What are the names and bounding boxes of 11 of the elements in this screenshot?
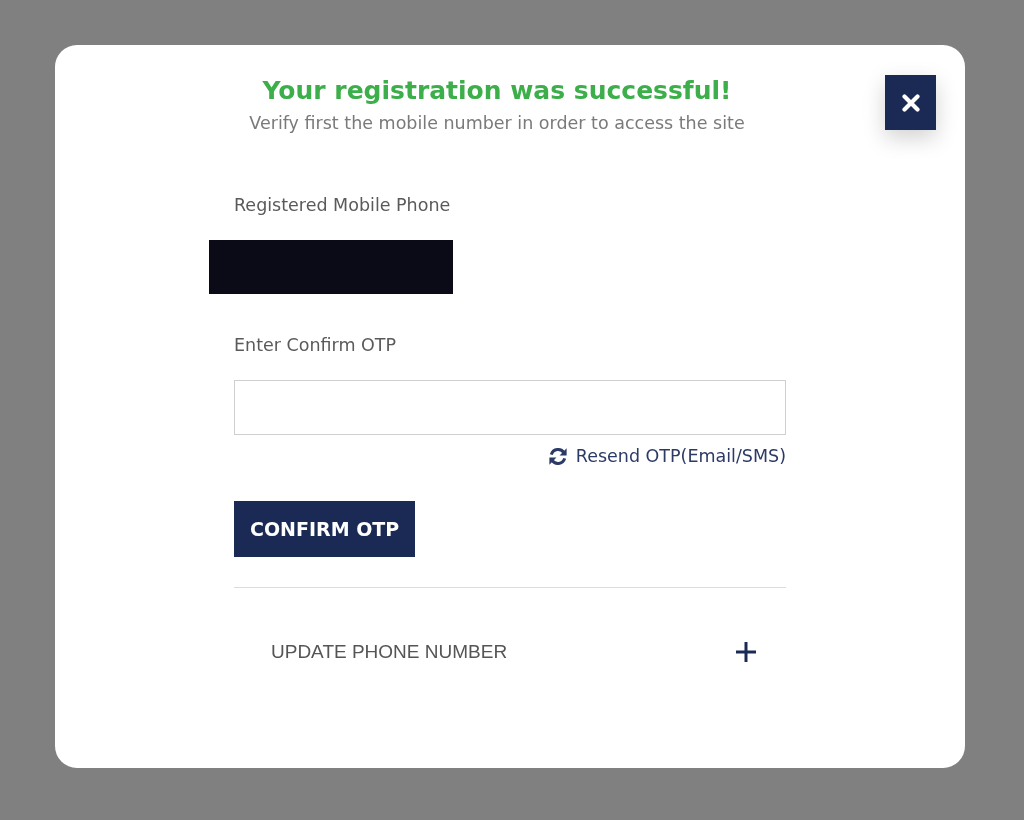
- resend-otp-link[interactable]: Resend OTP(Email/SMS): [547, 445, 786, 467]
- phone-label: Registered Mobile Phone: [234, 194, 451, 216]
- success-title: Your registration was successful!: [261, 75, 733, 107]
- otp-input-field[interactable]: [234, 380, 786, 435]
- update-phone-toggle[interactable]: UPDATE PHONE NUMBER: [234, 626, 786, 678]
- confirm-otp-button[interactable]: CONFIRM OTP: [234, 501, 416, 557]
- otp-label: Enter Confirm OTP: [234, 334, 397, 356]
- close-icon: [901, 93, 920, 112]
- subtitle-text: Verify first the mobile number in order to access the site: [249, 112, 745, 134]
- refresh-icon: [547, 446, 568, 466]
- close-button[interactable]: [885, 75, 936, 130]
